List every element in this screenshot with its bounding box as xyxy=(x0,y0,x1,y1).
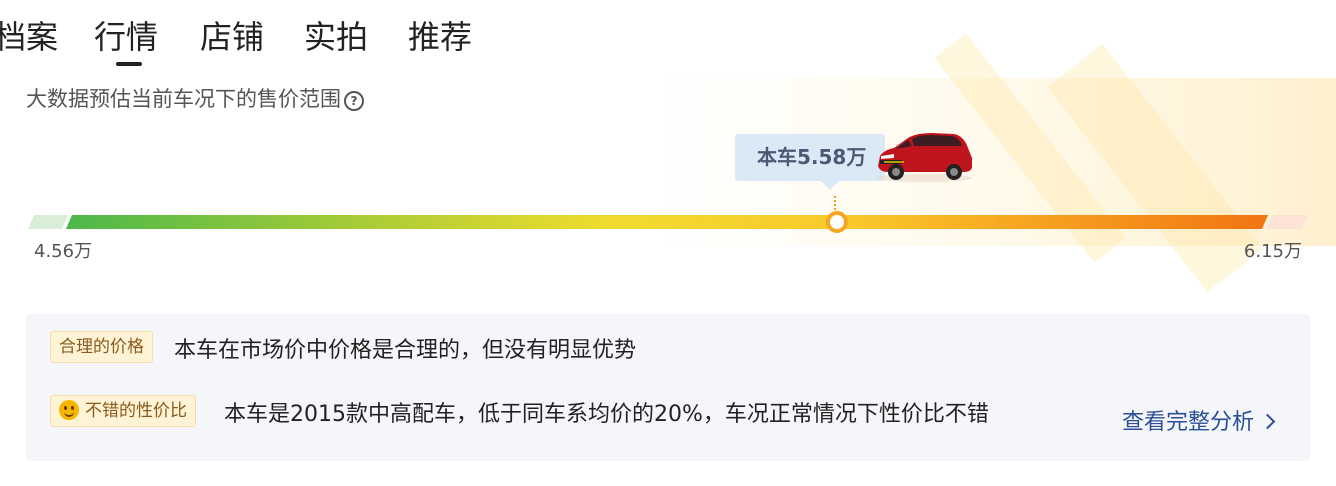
tag-reasonable-price: 合理的价格 xyxy=(50,331,153,363)
view-full-analysis-label: 查看完整分析 xyxy=(1122,410,1255,435)
tab-photos[interactable]: 实拍 xyxy=(304,14,368,60)
tag-good-value: 不错的性价比 xyxy=(50,395,196,427)
assessment-text-price: 本车在市场价中价格是合理的，但没有明显优势 xyxy=(174,338,637,363)
chevron-right-icon xyxy=(1259,413,1276,430)
question-circle-icon[interactable]: ? xyxy=(344,91,364,111)
tab-archive[interactable]: 档案 xyxy=(0,14,58,60)
tab-photos-label: 实拍 xyxy=(304,18,369,56)
tab-store-label: 店铺 xyxy=(200,18,265,56)
smile-emoji-icon xyxy=(59,400,79,420)
current-price-label: 本车5.58万 xyxy=(757,145,867,169)
tag-good-value-label: 不错的性价比 xyxy=(85,401,187,421)
assessment-card: 合理的价格 本车在市场价中价格是合理的，但没有明显优势 不错的性价比 本车是20… xyxy=(26,314,1310,461)
glow-stripe xyxy=(1047,44,1263,292)
bubble-tail xyxy=(821,181,839,190)
assessment-text-value: 本车是2015款中高配车，低于同车系均价的20%，车况正常情况下性价比不错 xyxy=(224,402,989,427)
price-marker-dots xyxy=(834,196,838,210)
price-range-title-text: 大数据预估当前车况下的售价范围 xyxy=(26,87,341,111)
tag-reasonable-price-label: 合理的价格 xyxy=(59,337,144,357)
price-range-title: 大数据预估当前车况下的售价范围? xyxy=(26,84,364,114)
current-price-marker xyxy=(826,211,848,233)
market-page: 档案 行情 店铺 实拍 推荐 大数据预估当前车况下的售价范围? 本车5.58万 xyxy=(0,0,1336,486)
tab-market-label: 行情 xyxy=(94,18,159,56)
max-price-label: 6.15万 xyxy=(1243,241,1302,262)
view-full-analysis-link[interactable]: 查看完整分析 xyxy=(1122,408,1276,438)
min-price-label: 4.56万 xyxy=(34,241,93,262)
current-price-bubble: 本车5.58万 xyxy=(735,134,885,190)
price-range-bar xyxy=(28,215,1308,229)
tab-archive-label: 档案 xyxy=(0,18,59,56)
tab-bar: 档案 行情 店铺 实拍 推荐 xyxy=(0,0,1336,70)
tab-market[interactable]: 行情 xyxy=(94,14,159,66)
tab-store[interactable]: 店铺 xyxy=(200,14,264,60)
active-tab-indicator xyxy=(116,62,142,66)
tab-recommend-label: 推荐 xyxy=(408,18,473,56)
tab-recommend[interactable]: 推荐 xyxy=(408,14,472,60)
car-image xyxy=(876,133,972,182)
